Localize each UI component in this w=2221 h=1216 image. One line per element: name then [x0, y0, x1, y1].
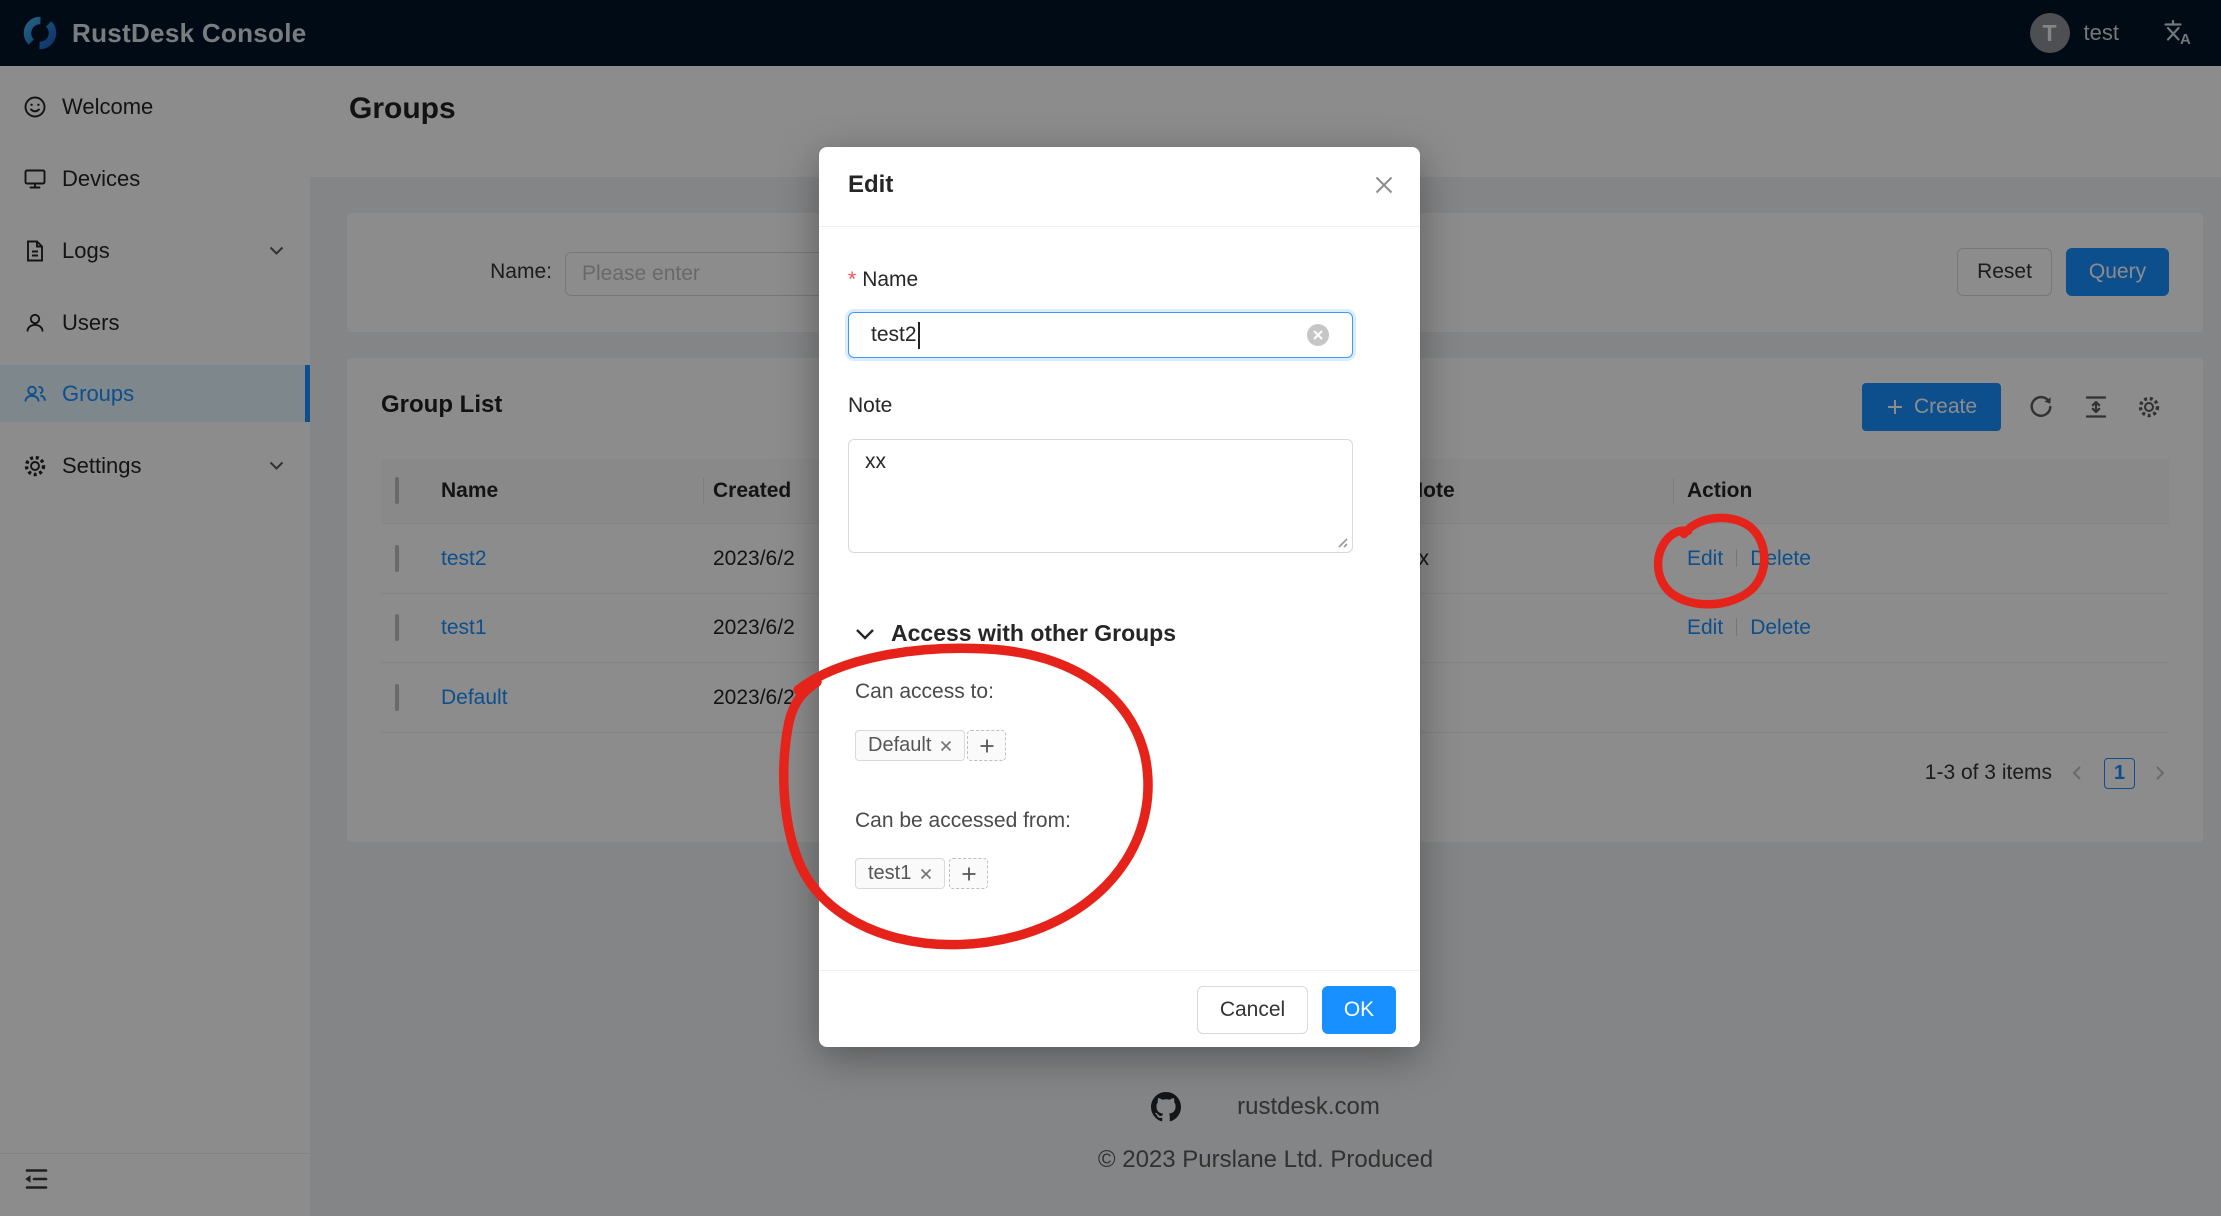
accessed-from-tag: test1 — [855, 858, 945, 889]
cancel-button[interactable]: Cancel — [1197, 986, 1308, 1034]
modal-title: Edit — [848, 171, 893, 199]
access-tag: Default — [855, 730, 965, 761]
access-section-title: Access with other Groups — [891, 620, 1176, 647]
modal-footer: Cancel OK — [819, 970, 1420, 1047]
can-access-label: Can access to: — [855, 680, 994, 704]
required-asterisk: * — [848, 268, 856, 291]
name-field-label: *Name — [848, 268, 918, 292]
tag-label: test1 — [868, 862, 911, 885]
resize-handle-icon[interactable] — [1334, 534, 1348, 548]
chevron-down-icon — [855, 628, 875, 640]
clear-input-icon[interactable] — [1307, 324, 1329, 346]
edit-group-modal: Edit *Name test2 Note xx Acces — [819, 147, 1420, 1047]
remove-tag-icon[interactable] — [940, 740, 952, 752]
cancel-label: Cancel — [1220, 998, 1285, 1022]
note-value: xx — [865, 450, 886, 473]
modal-header: Edit — [819, 147, 1420, 227]
tag-label: Default — [868, 734, 931, 757]
text-caret — [918, 322, 920, 349]
group-name-value: test2 — [871, 323, 917, 347]
add-accessed-from-button[interactable] — [949, 858, 988, 889]
app: RustDesk Console T test A Welc — [0, 0, 2221, 1216]
ok-label: OK — [1344, 998, 1374, 1022]
add-access-button[interactable] — [967, 730, 1006, 761]
note-field-label: Note — [848, 394, 892, 418]
remove-tag-icon[interactable] — [920, 868, 932, 880]
access-section-toggle[interactable]: Access with other Groups — [855, 620, 1176, 647]
group-name-input[interactable]: test2 — [848, 312, 1353, 358]
note-textarea[interactable]: xx — [848, 439, 1353, 553]
ok-button[interactable]: OK — [1322, 986, 1396, 1034]
close-icon[interactable] — [1374, 175, 1394, 195]
accessed-from-label: Can be accessed from: — [855, 809, 1071, 833]
